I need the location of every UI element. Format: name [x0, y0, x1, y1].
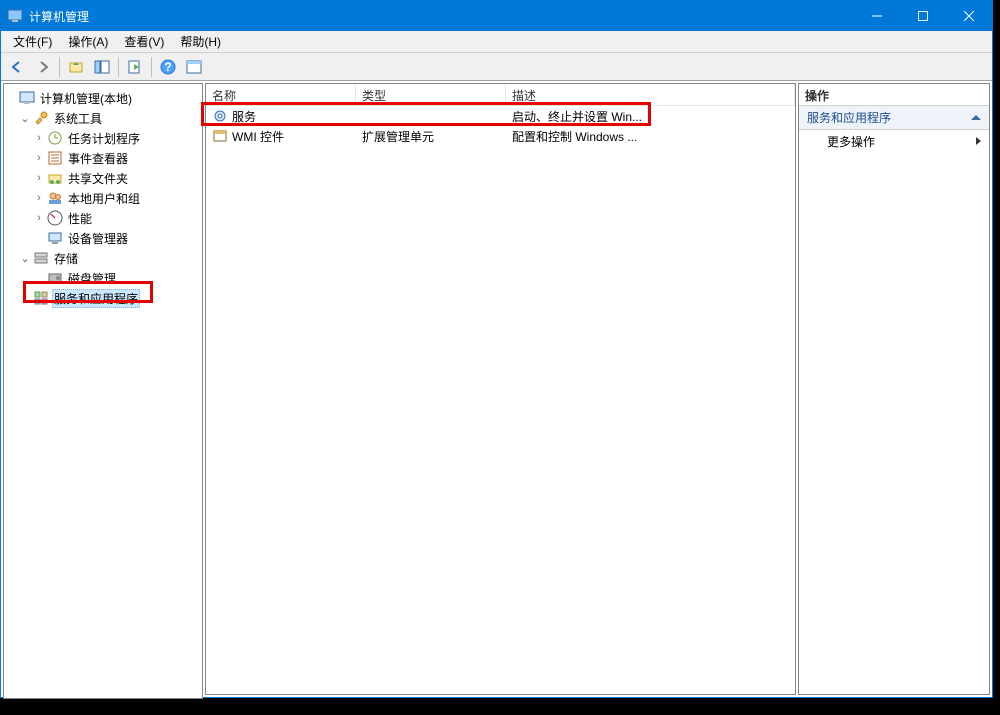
window-title: 计算机管理	[29, 8, 854, 25]
actions-section[interactable]: 服务和应用程序	[799, 106, 989, 130]
tree-systools[interactable]: ⌄ 系统工具	[4, 108, 202, 128]
tools-icon	[32, 110, 50, 126]
users-icon	[46, 190, 64, 206]
shared-folder-icon	[46, 170, 64, 186]
nav-forward-button[interactable]	[31, 55, 55, 79]
menu-file[interactable]: 文件(F)	[7, 31, 58, 52]
show-hide-action-button[interactable]	[182, 55, 206, 79]
maximize-button[interactable]	[900, 1, 946, 31]
menubar: 文件(F) 操作(A) 查看(V) 帮助(H)	[1, 31, 992, 53]
clock-icon	[46, 130, 64, 146]
titlebar[interactable]: 计算机管理	[1, 1, 992, 31]
svg-text:?: ?	[164, 60, 171, 74]
app-icon	[7, 8, 23, 24]
expand-icon[interactable]: ›	[32, 132, 46, 144]
collapse-icon[interactable]: ⌄	[18, 252, 32, 265]
tree-svcapps[interactable]: › 服务和应用程序	[4, 288, 202, 308]
tree-root[interactable]: 计算机管理(本地)	[4, 88, 202, 108]
show-hide-tree-button[interactable]	[90, 55, 114, 79]
expand-icon[interactable]: ›	[32, 212, 46, 224]
collapse-up-icon	[971, 115, 981, 120]
tree-perf[interactable]: › 性能	[4, 208, 202, 228]
menu-view[interactable]: 查看(V)	[118, 31, 170, 52]
wmi-icon	[212, 128, 228, 144]
col-name[interactable]: 名称	[206, 84, 356, 106]
toolbar-separator	[151, 57, 152, 77]
list-row-wmi[interactable]: WMI 控件 扩展管理单元 配置和控制 Windows ...	[206, 126, 795, 146]
tree-shared[interactable]: › 共享文件夹	[4, 168, 202, 188]
tree-storage[interactable]: ⌄ 存储	[4, 248, 202, 268]
expand-icon[interactable]: ›	[32, 192, 46, 204]
submenu-arrow-icon	[976, 137, 981, 145]
toolbar: ?	[1, 53, 992, 81]
expand-icon[interactable]: ›	[32, 152, 46, 164]
services-icon	[32, 290, 50, 306]
expand-icon[interactable]: ›	[18, 292, 32, 304]
computer-management-window: 计算机管理 文件(F) 操作(A) 查看(V) 帮助(H) ? 计算机管理(本	[0, 0, 993, 698]
minimize-button[interactable]	[854, 1, 900, 31]
device-icon	[46, 230, 64, 246]
nav-tree[interactable]: 计算机管理(本地) ⌄ 系统工具 › 任务计划程序 › 事件查看器 › 共享文件	[3, 83, 203, 699]
disk-icon	[46, 270, 64, 286]
tree-disk[interactable]: 磁盘管理	[4, 268, 202, 288]
list-row-services[interactable]: 服务 启动、终止并设置 Win...	[206, 106, 795, 126]
toolbar-separator	[59, 57, 60, 77]
tree-devmgr[interactable]: 设备管理器	[4, 228, 202, 248]
col-desc[interactable]: 描述	[506, 84, 795, 106]
toolbar-separator	[118, 57, 119, 77]
menu-help[interactable]: 帮助(H)	[174, 31, 227, 52]
up-button[interactable]	[64, 55, 88, 79]
column-headers[interactable]: 名称 类型 描述	[206, 84, 795, 106]
main-body: 计算机管理(本地) ⌄ 系统工具 › 任务计划程序 › 事件查看器 › 共享文件	[1, 81, 992, 697]
tree-events[interactable]: › 事件查看器	[4, 148, 202, 168]
nav-back-button[interactable]	[5, 55, 29, 79]
tree-tasks[interactable]: › 任务计划程序	[4, 128, 202, 148]
export-button[interactable]	[123, 55, 147, 79]
tree-users[interactable]: › 本地用户和组	[4, 188, 202, 208]
col-type[interactable]: 类型	[356, 84, 506, 106]
computer-icon	[18, 90, 36, 106]
menu-action[interactable]: 操作(A)	[62, 31, 114, 52]
list-pane: 名称 类型 描述 服务 启动、终止并设置 Win... WMI 控件 扩展管理单…	[205, 83, 796, 695]
actions-header: 操作	[799, 84, 989, 106]
help-button[interactable]: ?	[156, 55, 180, 79]
expand-icon[interactable]: ›	[32, 172, 46, 184]
gear-icon	[212, 108, 228, 124]
storage-icon	[32, 250, 50, 266]
action-more[interactable]: 更多操作	[799, 130, 989, 152]
actions-pane: 操作 服务和应用程序 更多操作	[798, 83, 990, 695]
eventlog-icon	[46, 150, 64, 166]
collapse-icon[interactable]: ⌄	[18, 112, 32, 125]
perf-icon	[46, 210, 64, 226]
close-button[interactable]	[946, 1, 992, 31]
